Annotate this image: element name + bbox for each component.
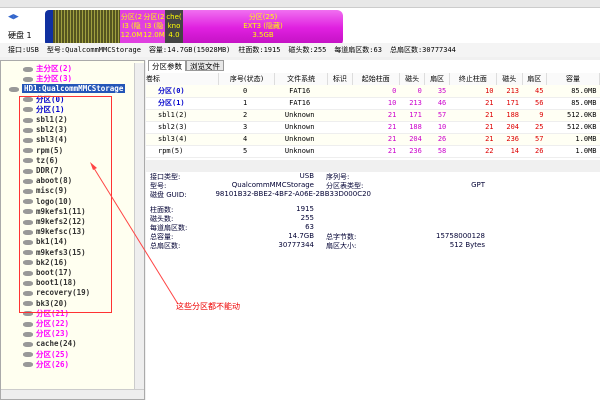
annotation-arrow [90, 162, 179, 305]
annotation-text: 这些分区都不能动 [176, 302, 240, 311]
